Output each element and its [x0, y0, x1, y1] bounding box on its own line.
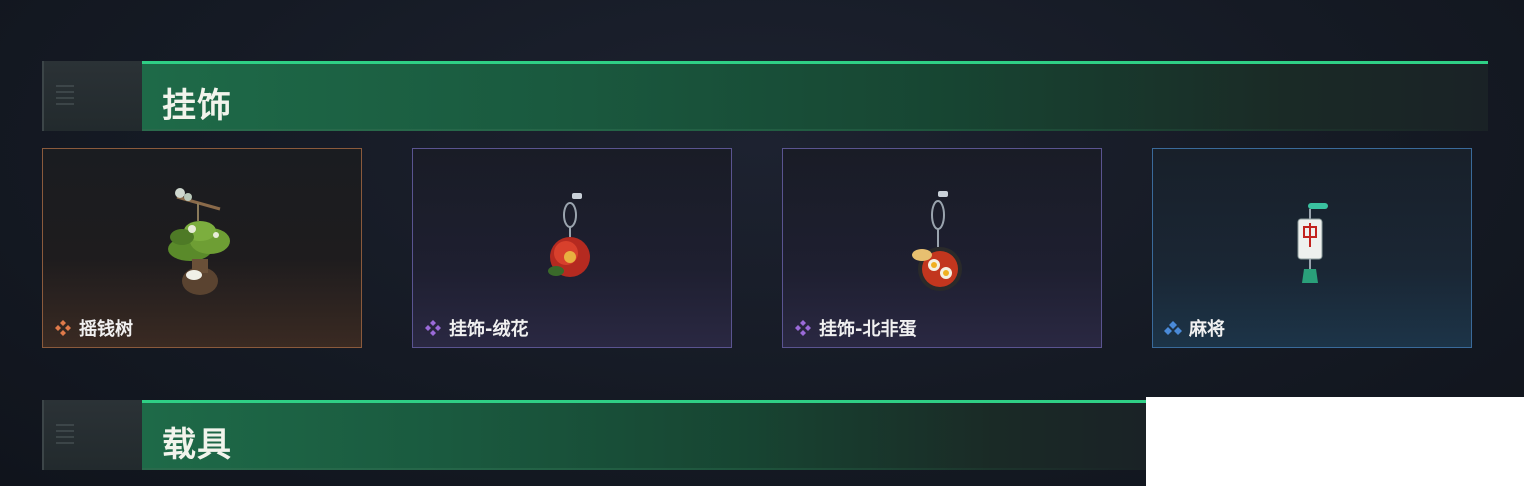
- section-header-bar: 挂饰: [142, 61, 1488, 131]
- section-header-vehicles: 载具: [42, 400, 1146, 470]
- item-card-mahjong[interactable]: 麻将: [1152, 148, 1472, 348]
- rarity-diamond-icon: [1164, 321, 1182, 335]
- section-header-charms: 挂饰: [42, 61, 1488, 131]
- velvet-flower-charm-icon: [548, 193, 590, 277]
- item-name: 挂饰-北非蛋: [819, 319, 917, 340]
- item-card-shakshuka[interactable]: 挂饰-北非蛋: [782, 148, 1102, 348]
- section-title: 载具: [162, 425, 232, 465]
- item-card-velvet-flower[interactable]: 挂饰-绒花: [412, 148, 732, 348]
- item-name: 挂饰-绒花: [449, 319, 529, 340]
- rarity-diamond-icon: [55, 320, 71, 336]
- rarity-diamond-icon: [795, 320, 811, 336]
- money-tree-charm-icon: [168, 188, 230, 295]
- rarity-diamond-icon: [425, 320, 441, 336]
- item-name: 麻将: [1189, 319, 1225, 340]
- item-card-money-tree[interactable]: 摇钱树: [42, 148, 362, 348]
- mahjong-tile-charm-icon: [1297, 203, 1328, 283]
- item-name: 摇钱树: [79, 319, 133, 340]
- white-overlay-area: [1146, 397, 1524, 486]
- section-title: 挂饰: [162, 86, 232, 126]
- section-header-bar: 载具: [142, 400, 1146, 470]
- section-header-stub: [42, 400, 142, 470]
- section-header-stub: [42, 61, 142, 131]
- shakshuka-pan-charm-icon: [912, 191, 962, 291]
